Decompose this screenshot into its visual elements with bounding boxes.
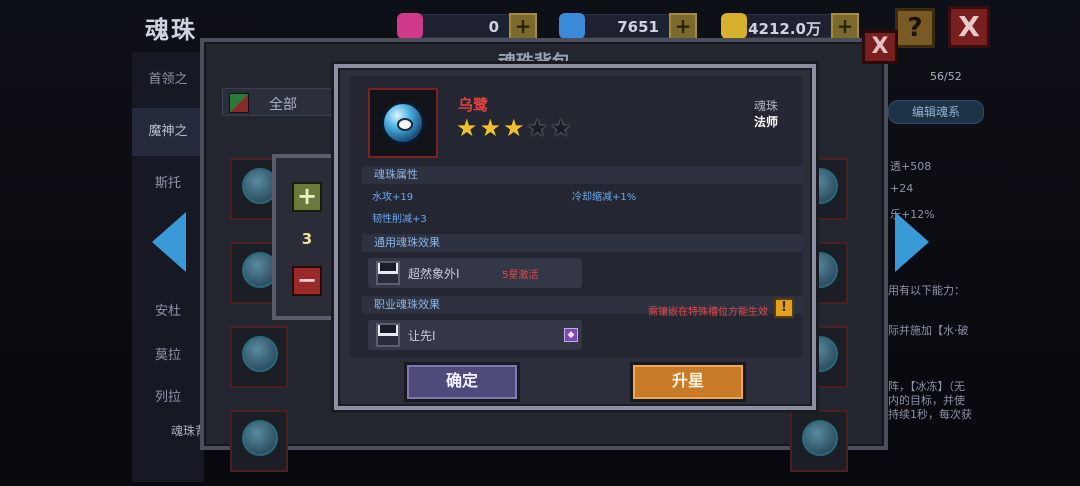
job-effect-warning: 需镶嵌在特殊槽位方能生效 [648,307,768,318]
desc-line: 用有以下能力： [888,284,965,297]
orb-icon [802,420,838,456]
add-pink-gem-button[interactable]: + [509,13,537,41]
help-button[interactable]: ? [895,8,935,48]
filter-dropdown[interactable]: 全部 [222,88,342,116]
effect-portrait-icon [376,261,400,285]
quantity-minus-button[interactable]: − [292,266,322,296]
orb-name: 乌鹭 [458,96,489,114]
blue-gem-icon [559,13,585,39]
attr-section-header: 魂珠属性 [362,166,802,184]
star-filled-icon: ★ [479,114,502,142]
orb-icon [381,101,425,145]
star-empty-icon: ★ [526,114,549,142]
lock-icon: ◆ [564,328,578,342]
quantity-value: 3 [301,230,313,248]
prev-arrow-icon[interactable] [152,212,186,272]
pink-gem-count: 0 [488,18,499,36]
star-filled-icon: ★ [456,114,478,142]
page-title: 魂珠 [145,16,197,44]
orb-count: 56/52 [930,70,962,83]
attribute: 冷却缩减+1% [572,192,637,203]
upgrade-star-button[interactable]: 升星 [630,362,746,402]
gold-icon [721,13,747,39]
orb-type-info: 魂珠 法师 [754,98,778,130]
star-empty-icon: ★ [550,114,572,142]
orb-icon-frame [368,88,438,158]
add-gold-button[interactable]: + [831,13,859,41]
common-effect-header: 通用魂珠效果 [362,234,802,252]
quantity-plus-button[interactable]: + [292,182,322,212]
bag-slot[interactable] [790,410,848,472]
star-filled-icon: ★ [503,114,525,142]
effect-portrait-icon [376,323,400,347]
stat-line: +24 [890,182,914,195]
resource-gold: 4212.0万 + [721,13,859,41]
attribute: 韧性削减+3 [372,214,427,225]
nav-item-2[interactable]: 魔神之 [132,108,204,156]
job-effect-name: 让先Ⅰ [408,329,436,343]
resource-blue-gem: 7651 + [559,13,697,41]
filter-icon [229,93,249,113]
common-effect-row[interactable]: 超然象外Ⅰ 5星激活 [368,258,582,288]
nav-item-1[interactable]: 首领之 [132,68,204,87]
attribute: 水攻+19 [372,192,414,203]
orb-icon [242,336,278,372]
confirm-button[interactable]: 确定 [404,362,520,402]
next-arrow-icon[interactable] [895,212,929,272]
common-effect-name: 超然象外Ⅰ [408,267,460,281]
orb-type: 魂珠 [753,99,778,113]
job-effect-row[interactable]: 让先Ⅰ ◆ [368,320,582,350]
add-blue-gem-button[interactable]: + [669,13,697,41]
bag-slot[interactable] [230,326,288,388]
desc-line: 持续1秒，每次获 [888,408,972,421]
info-icon[interactable]: ! [774,298,794,318]
filter-label: 全部 [269,97,297,113]
dialog-content: 乌鹭 ★★★★★ 魂珠 法师 魂珠属性 水攻+19 冷却缩减+1% 韧性削减+3… [350,76,802,358]
common-effect-note: 5星激活 [502,270,539,281]
bag-close-button[interactable]: X [862,30,898,64]
nav-item-7[interactable]: 列拉 [132,386,204,405]
orb-detail-dialog: 乌鹭 ★★★★★ 魂珠 法师 魂珠属性 水攻+19 冷却缩减+1% 韧性削减+3… [334,64,816,410]
stat-line: 透+508 [890,160,932,173]
blue-gem-count: 7651 [617,18,659,36]
star-rating: ★★★★★ [456,116,574,140]
quantity-panel: + 3 − [272,154,342,320]
nav-item-3[interactable]: 斯托 [132,172,204,191]
bag-slot[interactable] [230,410,288,472]
gold-count: 4212.0万 [748,20,821,38]
nav-item-6[interactable]: 莫拉 [132,344,204,363]
orb-icon [242,420,278,456]
desc-line: 际并施加【水·破 [888,324,969,337]
pink-gem-icon [397,13,423,39]
nav-item-5[interactable]: 安杜 [132,300,204,319]
close-screen-button[interactable]: X [948,6,990,48]
resource-pink-gem: 0 + [397,13,537,41]
orb-class: 法师 [753,115,778,129]
edit-orb-system-button[interactable]: 编辑魂系 [888,100,984,124]
